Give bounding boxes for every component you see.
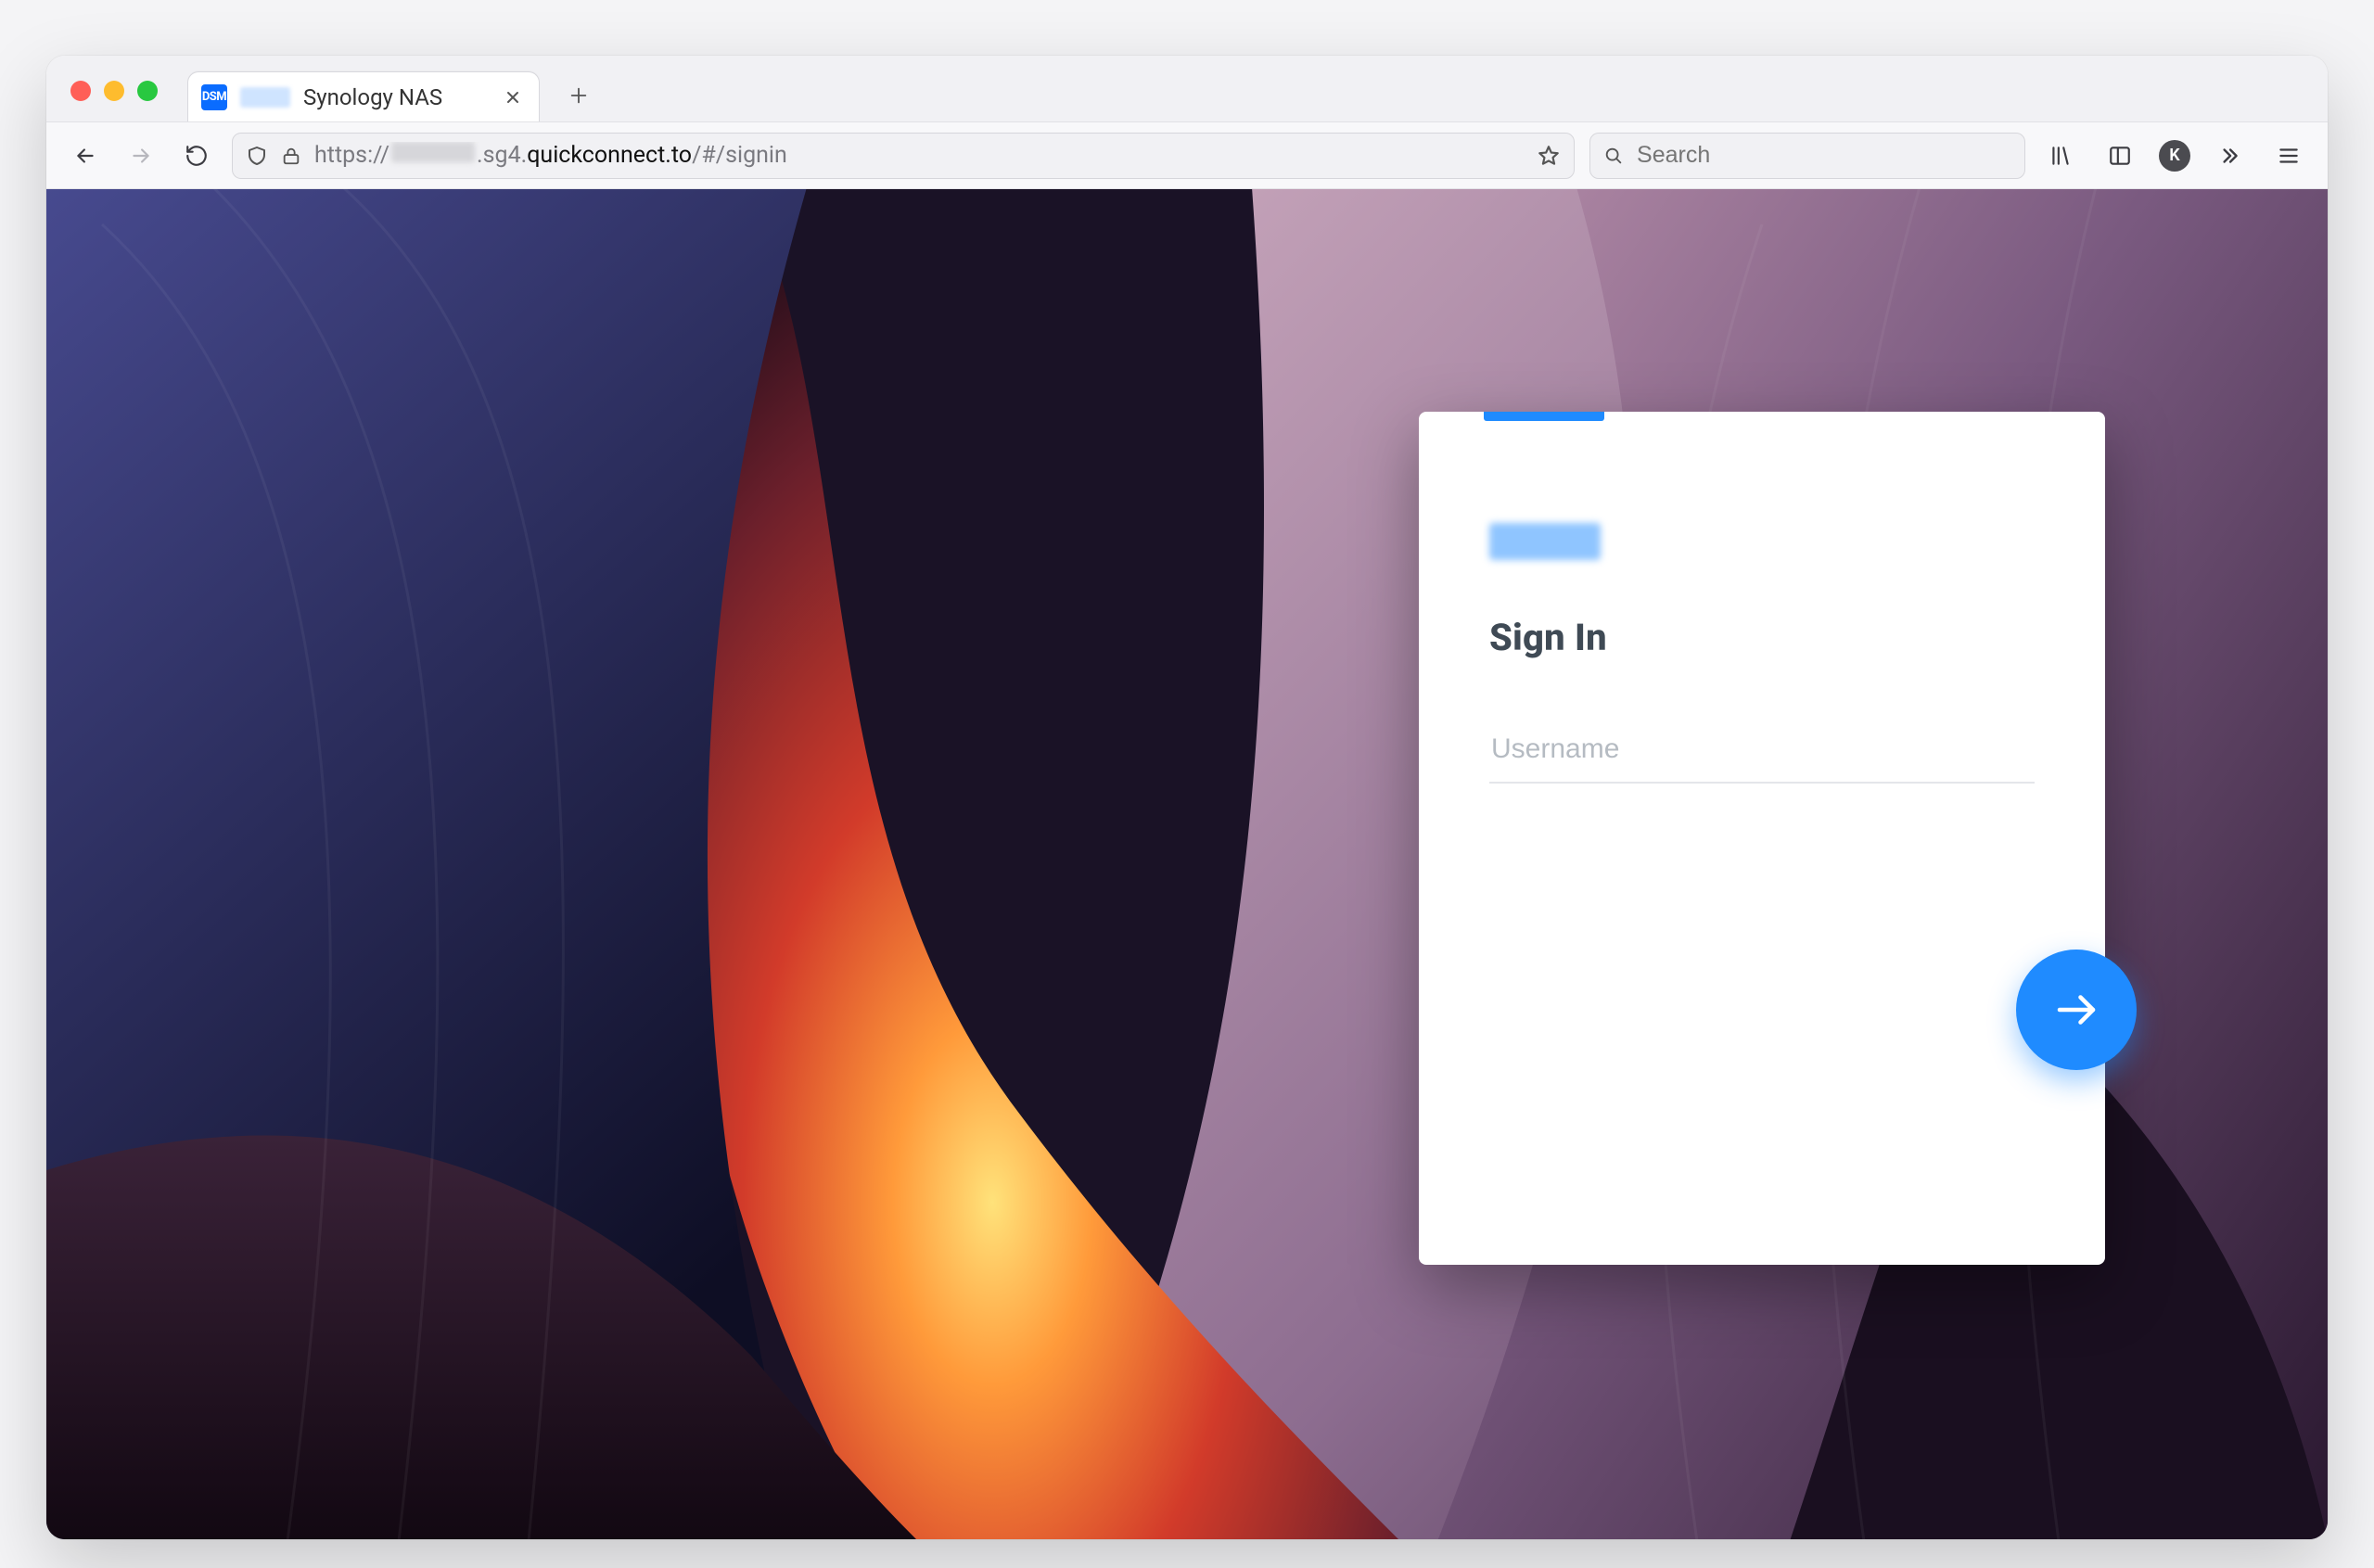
account-button[interactable]: K: [2159, 140, 2190, 172]
hamburger-icon: [2277, 144, 2301, 168]
arrow-right-icon: [129, 144, 153, 168]
bookmark-star-button[interactable]: [1537, 135, 1561, 176]
search-bar[interactable]: [1589, 133, 2025, 179]
window-close-button[interactable]: [70, 81, 91, 101]
star-icon: [1537, 144, 1561, 168]
window-controls: [70, 81, 158, 101]
chevrons-right-icon: [2217, 144, 2241, 168]
browser-toolbar: https:// .sg4. quickconnect.to /#/signin: [46, 122, 2328, 189]
username-field-wrapper: [1489, 724, 2035, 784]
arrow-left-icon: [73, 144, 97, 168]
toolbar-right-group: K: [2040, 135, 2309, 176]
lock-icon[interactable]: [281, 146, 301, 166]
search-icon: [1603, 145, 1624, 167]
library-button[interactable]: [2040, 135, 2081, 176]
tab-favicon-dsm-icon: DSM: [201, 84, 227, 110]
reload-button[interactable]: [176, 135, 217, 176]
url-path: /#/signin: [692, 142, 787, 169]
close-icon: [505, 90, 520, 105]
new-tab-button[interactable]: [558, 75, 599, 116]
login-brand-blurred: [1489, 523, 1601, 560]
nav-back-button[interactable]: [65, 135, 106, 176]
tab-strip: DSM Synology NAS: [46, 56, 2328, 122]
search-input[interactable]: [1637, 142, 2011, 169]
plus-icon: [568, 85, 589, 106]
app-menu-button[interactable]: [2268, 135, 2309, 176]
reader-view-button[interactable]: [2100, 135, 2140, 176]
page-content: Sign In: [46, 189, 2328, 1539]
arrow-right-icon: [2051, 985, 2101, 1035]
signin-next-button[interactable]: [2016, 950, 2137, 1070]
tab-title: Synology NAS: [303, 84, 487, 110]
window-zoom-button[interactable]: [137, 81, 158, 101]
url-host-suffix: .sg4.: [477, 142, 527, 169]
url-subdomain-blurred: [391, 142, 475, 162]
login-card-accent: [1484, 412, 1604, 421]
sidebar-icon: [2108, 144, 2132, 168]
library-icon: [2049, 144, 2073, 168]
browser-window: DSM Synology NAS: [46, 56, 2328, 1539]
username-input[interactable]: [1489, 724, 2035, 784]
tab-favicon-extra-blurred: [240, 87, 290, 108]
reload-icon: [185, 144, 209, 168]
url-text: https:// .sg4. quickconnect.to /#/signin: [314, 142, 1524, 169]
address-bar[interactable]: https:// .sg4. quickconnect.to /#/signin: [232, 133, 1575, 179]
tab-close-button[interactable]: [500, 84, 526, 110]
nav-forward-button[interactable]: [121, 135, 161, 176]
window-minimize-button[interactable]: [104, 81, 124, 101]
tracking-protection-icon[interactable]: [246, 145, 268, 167]
overflow-button[interactable]: [2209, 135, 2250, 176]
browser-tab[interactable]: DSM Synology NAS: [187, 71, 540, 121]
login-title: Sign In: [1489, 616, 2035, 659]
url-domain: quickconnect.to: [527, 142, 692, 169]
login-card: Sign In: [1419, 412, 2105, 1265]
url-scheme: https://: [314, 142, 389, 169]
account-initial: K: [2169, 146, 2179, 165]
